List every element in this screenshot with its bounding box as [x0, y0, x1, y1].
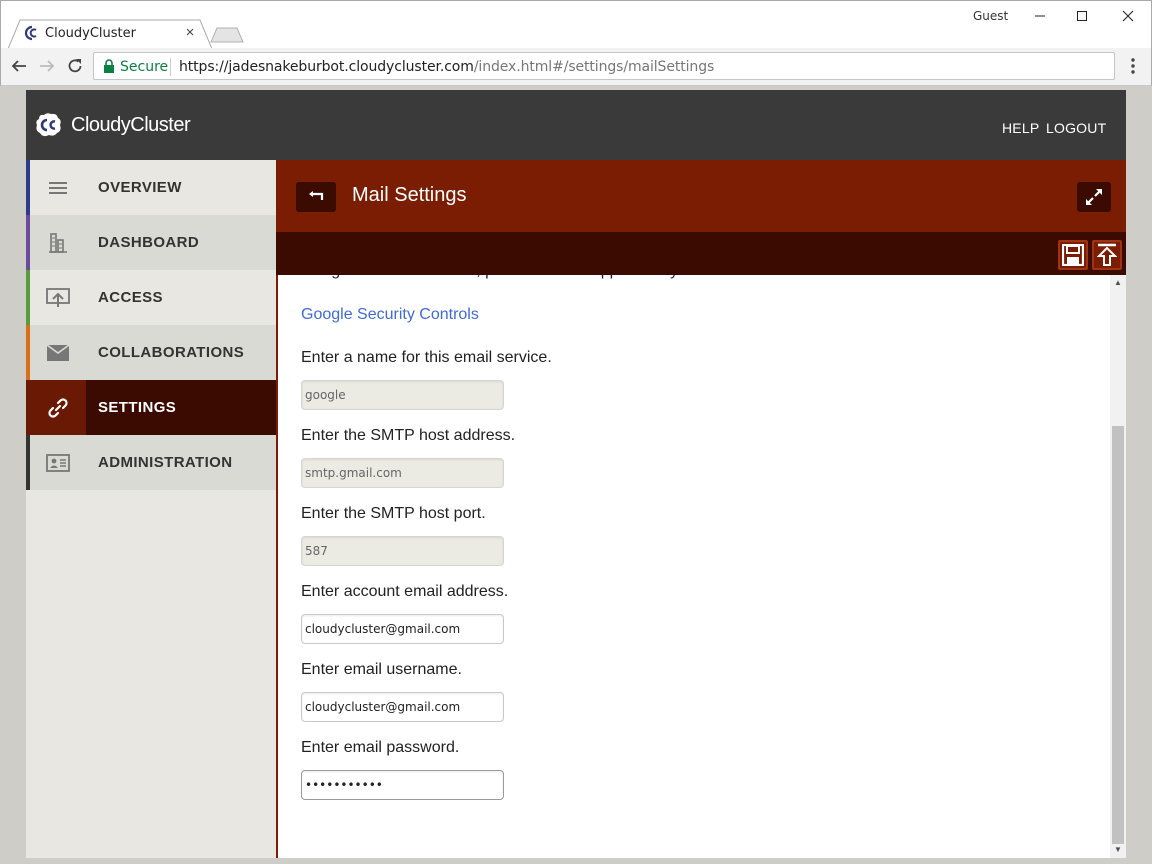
- secure-label: Secure: [120, 59, 169, 75]
- dashboard-icon: [30, 215, 86, 270]
- sidebar-item-access[interactable]: ACCESS: [26, 270, 276, 325]
- tab-title: CloudyCluster: [45, 26, 136, 41]
- smtp-port-input[interactable]: [301, 536, 504, 566]
- sidebar-item-dashboard[interactable]: DASHBOARD: [26, 215, 276, 270]
- url-text[interactable]: https://jadesnakeburbot.cloudycluster.co…: [179, 59, 714, 75]
- scrollbar-thumb[interactable]: [1112, 426, 1124, 844]
- sidebar-item-label: OVERVIEW: [98, 179, 182, 196]
- email-username-input[interactable]: [301, 692, 504, 722]
- smtp-host-label: Enter the SMTP host address.: [301, 427, 516, 444]
- email-password-input[interactable]: [301, 770, 504, 800]
- url-path: /index.html#/settings/mailSettings: [473, 59, 715, 75]
- save-button[interactable]: [1058, 240, 1088, 270]
- sidebar-item-label: ACCESS: [98, 289, 163, 306]
- page-title: Mail Settings: [352, 184, 467, 206]
- lock-icon: [104, 59, 114, 73]
- new-tab-button[interactable]: [210, 27, 244, 43]
- access-upload-icon: [30, 270, 86, 325]
- sidebar-item-administration[interactable]: ADMINISTRATION: [26, 435, 276, 490]
- sidebar-item-label: ADMINISTRATION: [98, 454, 233, 471]
- menu-lines-icon: [30, 160, 86, 215]
- scroll-up-icon[interactable]: ▲: [1113, 278, 1123, 287]
- tab-close-icon[interactable]: ×: [183, 24, 197, 41]
- back-button[interactable]: [296, 182, 336, 212]
- smtp-host-input[interactable]: [301, 458, 504, 488]
- close-window-icon[interactable]: [1108, 2, 1148, 30]
- url-separator: [170, 58, 171, 76]
- forward-arrow-icon[interactable]: [37, 56, 57, 76]
- sidebar-item-overview[interactable]: OVERVIEW: [26, 160, 276, 215]
- expand-arrows-icon: [1086, 189, 1102, 205]
- email-password-label: Enter email password.: [301, 739, 460, 756]
- maximize-icon[interactable]: [1062, 2, 1102, 30]
- cloudycluster-logo-icon: [36, 113, 61, 137]
- reload-icon[interactable]: [65, 56, 85, 76]
- browser-menu-icon[interactable]: [1126, 56, 1140, 76]
- id-card-icon: [30, 435, 86, 490]
- link-icon: [30, 380, 86, 435]
- google-security-controls-link[interactable]: Google Security Controls: [301, 306, 479, 324]
- envelope-icon: [30, 325, 86, 380]
- panel-toolbar: [276, 232, 1126, 275]
- scroll-down-icon[interactable]: ▼: [1113, 845, 1123, 854]
- save-disk-icon: [1062, 244, 1084, 266]
- email-username-label: Enter email username.: [301, 661, 462, 678]
- logout-link[interactable]: LOGOUT: [1046, 120, 1106, 136]
- sidebar-item-label: COLLABORATIONS: [98, 344, 245, 361]
- service-name-input[interactable]: [301, 380, 504, 410]
- app-logo-text[interactable]: CloudyCluster: [71, 114, 191, 137]
- account-email-label: Enter account email address.: [301, 583, 509, 600]
- app-header: [26, 90, 1126, 160]
- account-email-input[interactable]: [301, 614, 504, 644]
- smtp-port-label: Enter the SMTP host port.: [301, 505, 486, 522]
- sidebar-item-settings[interactable]: SETTINGS: [26, 380, 276, 435]
- back-arrow-icon[interactable]: [9, 56, 29, 76]
- publish-button[interactable]: [1092, 240, 1122, 270]
- cloudycluster-favicon-icon: [24, 25, 40, 41]
- sidebar-item-label: DASHBOARD: [98, 234, 200, 251]
- sidebar-item-collaborations[interactable]: COLLABORATIONS: [26, 325, 276, 380]
- upload-icon: [1097, 243, 1117, 266]
- sidebar-item-label: SETTINGS: [98, 399, 177, 416]
- expand-button[interactable]: [1077, 182, 1111, 212]
- profile-label[interactable]: Guest: [973, 9, 1008, 23]
- help-link[interactable]: HELP: [1002, 120, 1039, 136]
- url-host: https://jadesnakeburbot.cloudycluster.co…: [179, 59, 474, 75]
- service-name-label: Enter a name for this email service.: [301, 349, 552, 366]
- return-arrow-icon: [309, 191, 324, 200]
- minimize-icon[interactable]: [1020, 2, 1060, 30]
